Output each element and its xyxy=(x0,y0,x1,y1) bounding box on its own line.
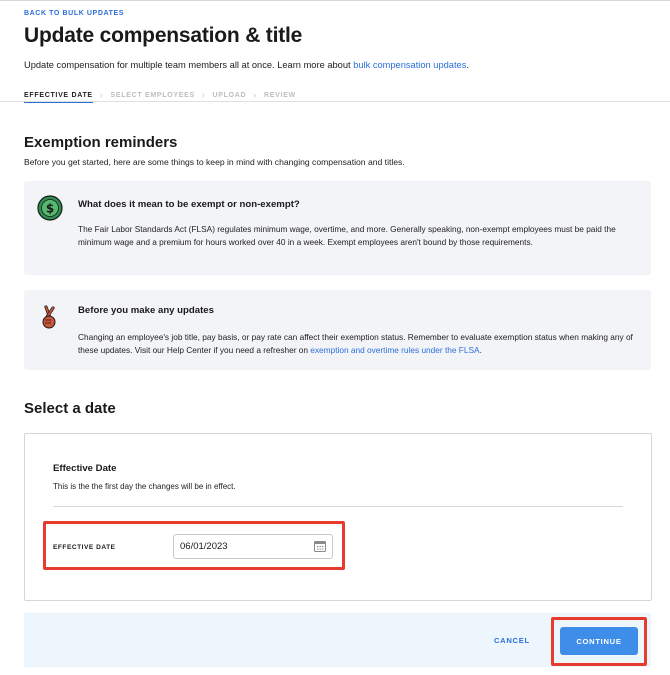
dollar-coin-icon: $ xyxy=(37,195,63,221)
page-description-text: Update compensation for multiple team me… xyxy=(24,60,354,70)
effective-date-label: EFFECTIVE DATE xyxy=(53,544,116,551)
before-updates-card: Before you make any updates Changing an … xyxy=(24,290,651,370)
back-to-bulk-updates-link[interactable]: BACK TO BULK UPDATES xyxy=(24,10,124,17)
flsa-rules-link[interactable]: exemption and overtime rules under the F… xyxy=(310,345,479,355)
effective-date-panel: Effective Date This is the the first day… xyxy=(24,433,652,601)
step-upload: UPLOAD xyxy=(212,91,247,99)
before-updates-card-suffix: . xyxy=(479,345,482,355)
bulk-compensation-updates-link[interactable]: bulk compensation updates xyxy=(353,60,466,70)
step-effective-date: EFFECTIVE DATE xyxy=(24,91,93,103)
top-border xyxy=(0,0,670,1)
chevron-right-icon: › xyxy=(99,90,104,100)
step-review: REVIEW xyxy=(264,91,296,99)
panel-divider xyxy=(53,506,623,507)
before-updates-card-body: Changing an employee's job title, pay ba… xyxy=(78,331,633,357)
exempt-card-body: The Fair Labor Standards Act (FLSA) regu… xyxy=(78,224,616,247)
exemption-reminders-title: Exemption reminders xyxy=(24,134,178,151)
exemption-reminders-subtitle: Before you get started, here are some th… xyxy=(24,157,405,167)
calendar-icon[interactable] xyxy=(314,540,326,552)
effective-date-panel-title: Effective Date xyxy=(53,463,117,474)
exempt-card-title: What does it mean to be exempt or non-ex… xyxy=(78,199,300,210)
exempt-info-card: $ What does it mean to be exempt or non-… xyxy=(24,181,651,275)
step-select-employees: SELECT EMPLOYEES xyxy=(110,91,195,99)
page-description-suffix: . xyxy=(466,60,469,70)
effective-date-panel-subtitle: This is the the first day the changes wi… xyxy=(53,482,236,491)
crossed-fingers-icon xyxy=(42,305,56,329)
chevron-right-icon: › xyxy=(253,90,257,100)
steps-divider xyxy=(0,101,670,102)
effective-date-input[interactable] xyxy=(173,534,333,559)
before-updates-card-title: Before you make any updates xyxy=(78,305,214,316)
svg-text:$: $ xyxy=(46,202,54,216)
continue-button[interactable]: CONTINUE xyxy=(560,627,638,655)
cancel-button[interactable]: CANCEL xyxy=(494,636,530,645)
progress-steps: EFFECTIVE DATE › SELECT EMPLOYEES › UPLO… xyxy=(24,90,296,103)
footer-action-bar: CANCEL CONTINUE xyxy=(24,613,651,667)
page-title: Update compensation & title xyxy=(24,24,303,47)
chevron-right-icon: › xyxy=(201,90,206,100)
select-date-title: Select a date xyxy=(24,400,116,417)
page-description: Update compensation for multiple team me… xyxy=(24,60,469,70)
